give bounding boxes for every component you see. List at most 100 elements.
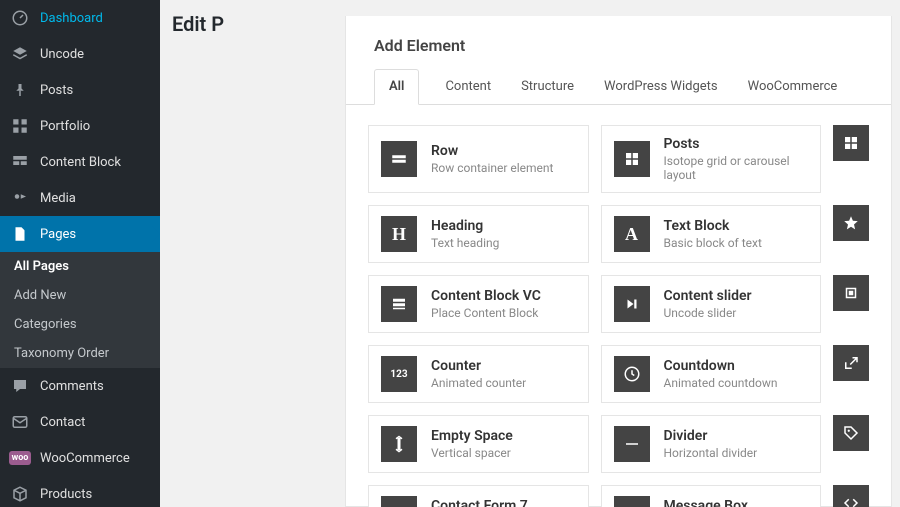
info-icon [614,496,650,507]
element-extra-carousel[interactable] [833,275,869,311]
element-description: Place Content Block [431,306,541,320]
sidebar-subitem-add-new[interactable]: Add New [0,281,160,310]
element-row: Content Block VC Place Content Block Con… [368,275,869,333]
element-empty-space[interactable]: Empty Space Vertical spacer [368,415,589,473]
box-icon [10,484,30,504]
sidebar-item-portfolio[interactable]: Portfolio [0,108,160,144]
element-posts[interactable]: Posts Isotope grid or carousel layout [601,125,822,193]
clock-icon [614,356,650,392]
element-extra-grid4[interactable] [833,125,869,161]
sidebar-item-woocommerce[interactable]: woo WooCommerce [0,440,160,476]
element-message-box[interactable]: Message Box Notification element [601,485,822,507]
element-counter[interactable]: 123 Counter Animated counter [368,345,589,403]
grid4-icon [614,141,650,177]
element-title: Heading [431,218,499,234]
page-icon [10,224,30,244]
main-content: Edit P Add Element AllContentStructureWo… [160,0,900,507]
sidebar-item-label: Media [40,191,76,206]
tab-content[interactable]: Content [441,69,495,104]
element-row: 123 Counter Animated counter Countdown A… [368,345,869,403]
element-title: Countdown [664,358,778,374]
next-icon [614,286,650,322]
sidebar-item-posts[interactable]: Posts [0,72,160,108]
sidebar-item-label: WooCommerce [40,451,130,466]
element-row[interactable]: Row Row container element [368,125,589,193]
sidebar-subitem-taxonomy-order[interactable]: Taxonomy Order [0,339,160,368]
element-title: Message Box [664,498,772,507]
element-description: Row container element [431,161,553,175]
sidebar-item-label: Content Block [40,155,121,170]
comment-icon [10,376,30,396]
blocks-icon [10,152,30,172]
sidebar-item-uncode[interactable]: Uncode [0,36,160,72]
element-extra-code[interactable] [833,485,869,507]
tab-structure[interactable]: Structure [517,69,578,104]
element-description: Vertical spacer [431,446,513,460]
element-content-slider[interactable]: Content slider Uncode slider [601,275,822,333]
123-icon: 123 [381,356,417,392]
element-row: Row Row container element Posts Isotope … [368,125,869,193]
element-extra-star[interactable] [833,205,869,241]
element-extra-share[interactable] [833,345,869,381]
element-description: Horizontal divider [664,446,758,460]
sidebar-item-dashboard[interactable]: Dashboard [0,0,160,36]
element-countdown[interactable]: Countdown Animated countdown [601,345,822,403]
sidebar-item-label: Comments [40,379,104,394]
H-icon: H [381,216,417,252]
element-title: Content slider [664,288,752,304]
element-description: Uncode slider [664,306,752,320]
add-element-modal: Add Element AllContentStructureWordPress… [345,16,892,507]
element-heading[interactable]: H Heading Text heading [368,205,589,263]
woo-icon: woo [10,448,30,468]
A-icon: A [614,216,650,252]
sidebar-item-label: Dashboard [40,11,103,26]
media-icon [10,188,30,208]
sidebar-subitem-categories[interactable]: Categories [0,310,160,339]
element-title: Empty Space [431,428,513,444]
tab-all[interactable]: All [374,69,419,105]
sidebar-item-label: Posts [40,83,73,98]
grid-icon [10,116,30,136]
contact-icon [10,412,30,432]
tab-wordpress-widgets[interactable]: WordPress Widgets [600,69,722,104]
element-title: Posts [664,136,809,152]
element-extra-tag[interactable] [833,415,869,451]
element-title: Row [431,143,553,159]
page-heading-partial: Edit P [172,12,224,36]
element-description: Text heading [431,236,499,250]
mail-icon [381,496,417,507]
sidebar-item-label: Pages [40,227,76,242]
element-description: Isotope grid or carousel layout [664,154,809,182]
sidebar-item-comments[interactable]: Comments [0,368,160,404]
sidebar-subitem-all-pages[interactable]: All Pages [0,252,160,281]
sidebar-item-media[interactable]: Media [0,180,160,216]
element-divider[interactable]: Divider Horizontal divider [601,415,822,473]
element-title: Content Block VC [431,288,541,304]
row-icon [381,141,417,177]
element-grid: Row Row container element Posts Isotope … [346,105,891,507]
element-text-block[interactable]: A Text Block Basic block of text [601,205,822,263]
sidebar-item-label: Contact [40,415,85,430]
element-title: Contact Form 7 [431,498,543,507]
sidebar-submenu: All PagesAdd NewCategoriesTaxonomy Order [0,252,160,368]
sidebar-item-pages[interactable]: Pages [0,216,160,252]
element-row: Contact Form 7 Place Contact Form7 Messa… [368,485,869,507]
element-description: Basic block of text [664,236,762,250]
element-row: Empty Space Vertical spacer Divider Hori… [368,415,869,473]
layers-icon [10,44,30,64]
element-description: Animated counter [431,376,526,390]
sidebar-item-label: Uncode [40,47,84,62]
sidebar-item-label: Products [40,487,92,502]
element-content-block-vc[interactable]: Content Block VC Place Content Block [368,275,589,333]
sidebar-item-products[interactable]: Products [0,476,160,507]
vbar-icon [381,426,417,462]
admin-sidebar: Dashboard Uncode Posts Portfolio Content Blo… [0,0,160,507]
dashboard-icon [10,8,30,28]
sidebar-item-content-block[interactable]: Content Block [0,144,160,180]
element-title: Divider [664,428,758,444]
tab-woocommerce[interactable]: WooCommerce [744,69,842,104]
element-title: Text Block [664,218,762,234]
element-contact-form-7[interactable]: Contact Form 7 Place Contact Form7 [368,485,589,507]
element-description: Animated countdown [664,376,778,390]
sidebar-item-contact[interactable]: Contact [0,404,160,440]
